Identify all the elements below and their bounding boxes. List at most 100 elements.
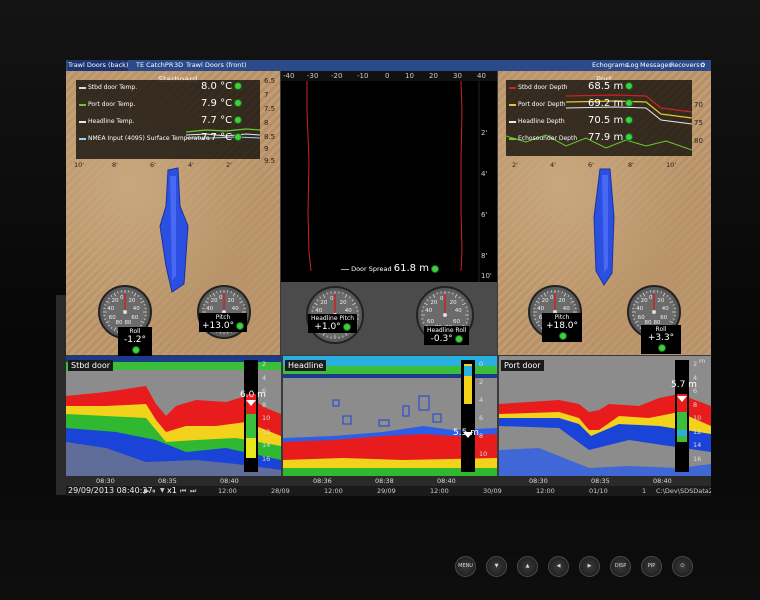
timeline-tick: 28/09 (271, 487, 290, 495)
pause-button[interactable]: ⏸ (152, 487, 156, 496)
gauge-tick-label: 60 (452, 318, 460, 325)
time-tick: 08:40 (437, 477, 456, 485)
power-button[interactable]: ⏻ (672, 556, 693, 577)
down-button[interactable]: ▼ (486, 556, 507, 577)
data-path: C:\Dev\SDSData2 (656, 487, 711, 495)
menu-messages[interactable]: Messages (640, 60, 672, 71)
tab-trawl-doors-back[interactable]: Trawl Doors (back) (68, 60, 129, 71)
gauge-tick-label: 20 (128, 298, 136, 305)
temperature-readouts: Stbd door Temp. 8.0 °C Port door Temp. 7… (76, 80, 260, 159)
depth-colorbar (244, 360, 258, 472)
gauge-tick-label: 20 (541, 298, 549, 305)
series-swatch (79, 87, 86, 89)
depth-tick: 14 (693, 441, 702, 449)
depth-tick: 10 (479, 450, 488, 458)
echogram-stbd-door: Stbd door 6.0 m 2 4 6 8 10 12 14 16 (66, 356, 281, 476)
echogram-port-door: Port door 5.7 m m 2 4 6 8 10 12 14 16 (499, 356, 711, 476)
gauge-tick-label: 60 (660, 314, 668, 321)
status-ok-icon (430, 265, 439, 273)
right-button[interactable]: ▶ (579, 556, 600, 577)
menu-button[interactable]: MENU (455, 556, 476, 577)
menu-echograms[interactable]: Echograms (592, 60, 628, 71)
display-screen: Trawl Doors (back) TE CatchPR 3D Trawl D… (66, 60, 711, 496)
readout-surface-temp: NMEA Input (4095) Surface Temperature 7.… (76, 131, 260, 148)
headline-depth: 5.5 m (453, 428, 479, 438)
depth-colorbar (675, 360, 689, 472)
trawl-door-model-icon (593, 168, 615, 286)
depth-tick: 6 (479, 414, 484, 422)
pip-button[interactable]: PIP (641, 556, 662, 577)
door-spread-readout: Door Spread 61.8 m (341, 263, 439, 274)
gauge-tick-label: 40 (537, 305, 545, 312)
series-swatch (79, 138, 86, 140)
status-ok-icon (559, 331, 567, 340)
trawl-door-model-icon (159, 167, 189, 293)
menu-bar: Trawl Doors (back) TE CatchPR 3D Trawl D… (66, 60, 711, 71)
gauge-readout: Pitch +13.0° (199, 313, 248, 332)
disp-button[interactable]: DISP (610, 556, 631, 577)
timeline-tick: 1 (642, 487, 647, 495)
time-tick: 08:38 (375, 477, 394, 485)
speed-down-icon[interactable]: ▼ (160, 487, 165, 494)
gauge-tick-label: 40 (231, 305, 239, 312)
tab-trawl-doors-front[interactable]: Trawl Doors (front) (186, 60, 246, 71)
timeline-tick: 12:00 (324, 487, 343, 495)
readout-echosounder-depth: Echosounder Depth 77.9 m (506, 131, 692, 148)
depth-readouts: Stbd door Depth 68.5 m Port door Depth 6… (506, 80, 692, 156)
tab-3d[interactable]: 3D (174, 60, 183, 71)
menu-recovers[interactable]: Recovers (670, 60, 700, 71)
play-button[interactable]: ▶ (144, 487, 149, 495)
door-spread-track (306, 81, 480, 282)
playback-datetime: 29/09/2013 08:40:27 (68, 486, 153, 495)
status-ok-icon (625, 82, 634, 90)
depth-tick: 8 (693, 400, 698, 409)
gauge-tick-label: 0 (330, 296, 334, 302)
depth-tick: 14 (262, 441, 271, 449)
depth-tick: 8 (479, 432, 484, 440)
status-ok-icon (234, 99, 243, 107)
time-tick: 08:30 (96, 477, 115, 485)
up-button[interactable]: ▲ (517, 556, 538, 577)
gauge-tick-label: 20 (558, 298, 566, 305)
series-swatch (509, 138, 516, 140)
gauge-tick-label: 40 (454, 308, 462, 315)
skip-back-button[interactable]: ⏮ (180, 487, 186, 496)
echogram-title: Headline (285, 360, 327, 371)
gauge-tick-label: 20 (320, 299, 328, 306)
time-tick: 08:40 (220, 477, 239, 485)
series-swatch (509, 121, 516, 123)
depth-tick: 12 (262, 427, 271, 436)
depth-tick: 4 (693, 373, 698, 382)
left-button[interactable]: ◀ (548, 556, 569, 577)
depth-tick: 6 (262, 387, 267, 395)
left-pitch-gauge: 80604020020406080Pitch+13.0° (197, 285, 251, 339)
depth-tick: 8 (262, 400, 267, 409)
tab-te-catchpr[interactable]: TE CatchPR (136, 60, 173, 71)
gauge-tick-label: 40 (132, 305, 140, 312)
gauge-tick-label: 20 (339, 299, 347, 306)
status-ok-icon (234, 116, 243, 124)
depth-tick: 10 (262, 414, 271, 422)
status-ok-icon (342, 322, 351, 331)
series-swatch (509, 87, 516, 89)
status-bar: 08:30 08:35 08:40 08:36 08:38 08:40 08:30 08:35… (66, 476, 711, 496)
menu-log[interactable]: Log (627, 60, 639, 71)
series-swatch (509, 104, 516, 106)
readout-port-door-temp: Port door Temp. 7.9 °C (76, 97, 260, 114)
timeline-tick: 12:00 (536, 487, 555, 495)
gauge-tick-label: 60 (427, 318, 434, 325)
playback-speed[interactable]: x1 (167, 486, 177, 495)
settings-icon[interactable]: ✿ (700, 60, 705, 71)
timeline-tick: 29/09 (377, 487, 396, 495)
time-tick: 08:35 (591, 477, 610, 485)
door-spread-view: -40 -30 -20 -10 0 10 20 30 40 2' 4' 6' 8… (281, 71, 497, 282)
depth-tick: 2 (262, 360, 267, 368)
status-ok-icon (234, 82, 243, 90)
status-ok-icon (454, 334, 463, 343)
timeline-tick: 12:00 (218, 487, 237, 495)
depth-tick: 10 (693, 414, 702, 422)
skip-forward-button[interactable]: ⏭ (190, 487, 196, 496)
gauge-tick-label: 20 (657, 298, 665, 305)
depth-tick: 2 (479, 378, 484, 386)
status-ok-icon (658, 343, 666, 352)
